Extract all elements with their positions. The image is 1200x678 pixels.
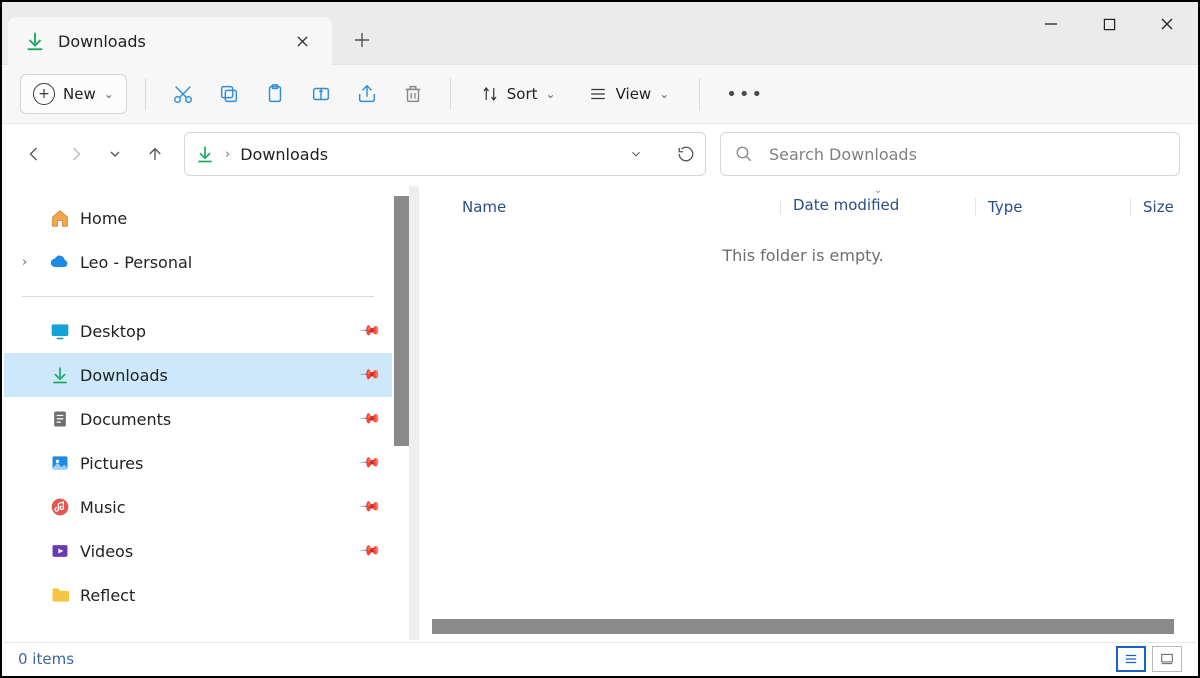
chevron-down-icon: ⌄ [659,87,669,101]
sidebar-item-label: Reflect [80,586,135,605]
address-bar[interactable]: › Downloads [184,132,706,176]
chevron-down-icon: ⌄ [546,87,556,101]
tab-close-button[interactable] [288,27,316,55]
column-headers: Name ⌄ Date modified Type Size [410,186,1196,228]
music-icon [50,497,70,517]
minimize-button[interactable] [1028,8,1074,40]
download-icon [50,365,70,385]
documents-icon [50,409,70,429]
refresh-button[interactable] [677,145,695,163]
expand-icon[interactable]: › [22,255,27,270]
sidebar-item-label: Pictures [80,454,143,473]
sidebar-item-label: Downloads [80,366,168,385]
search-input[interactable] [767,144,1165,165]
address-history-button[interactable] [629,147,643,161]
more-icon: ••• [726,84,764,105]
sort-button[interactable]: Sort ⌄ [469,75,568,113]
sidebar-item-downloads[interactable]: Downloads 📌 [4,353,392,397]
window-controls [1028,8,1190,40]
sort-indicator-icon: ⌄ [793,185,963,196]
content-pane: Name ⌄ Date modified Type Size This fold… [409,186,1196,640]
horizontal-scrollbar[interactable] [432,619,1174,634]
sidebar-item-videos[interactable]: Videos 📌 [4,529,392,573]
rename-button[interactable] [302,75,340,113]
folder-icon [50,585,70,605]
tab-title: Downloads [58,32,276,51]
cut-button[interactable] [164,75,202,113]
navigation-row: › Downloads [2,124,1198,184]
view-button[interactable]: View ⌄ [576,75,682,113]
sidebar-item-desktop[interactable]: Desktop 📌 [4,309,392,353]
desktop-icon [50,321,70,341]
navigation-pane: Home › Leo - Personal Desktop 📌 [4,186,409,640]
copy-button[interactable] [210,75,248,113]
pin-icon: 📌 [357,451,381,475]
recent-locations-button[interactable] [100,139,130,169]
pin-icon: 📌 [357,407,381,431]
search-icon [735,145,753,163]
empty-folder-message: This folder is empty. [410,246,1196,265]
vertical-scrollbar[interactable] [394,196,409,446]
sidebar-item-label: Leo - Personal [80,253,192,272]
videos-icon [50,541,70,561]
paste-button[interactable] [256,75,294,113]
new-button[interactable]: + New ⌄ [20,74,127,114]
breadcrumb-separator: › [225,147,230,162]
sidebar-item-onedrive[interactable]: › Leo - Personal [4,240,392,284]
new-tab-button[interactable] [342,20,382,60]
share-button[interactable] [348,75,386,113]
chevron-down-icon: ⌄ [104,87,114,101]
separator [145,78,146,110]
sidebar-item-music[interactable]: Music 📌 [4,485,392,529]
sidebar-item-documents[interactable]: Documents 📌 [4,397,392,441]
sidebar-item-label: Desktop [80,322,146,341]
sidebar-item-label: Home [80,209,127,228]
details-view-button[interactable] [1116,646,1146,672]
status-bar: 0 items [4,642,1196,674]
main-area: Home › Leo - Personal Desktop 📌 [4,186,1196,640]
item-count: 0 items [18,650,74,668]
sidebar-item-home[interactable]: Home [4,196,392,240]
download-icon [24,30,46,52]
plus-circle-icon: + [33,83,55,105]
title-bar: Downloads [2,2,1198,65]
pin-icon: 📌 [357,319,381,343]
sidebar-item-pictures[interactable]: Pictures 📌 [4,441,392,485]
column-header-size[interactable]: Size [1130,198,1186,216]
maximize-button[interactable] [1086,8,1132,40]
cloud-icon [50,252,70,272]
column-header-name[interactable]: Name [450,198,780,216]
pin-icon: 📌 [357,363,381,387]
more-button[interactable]: ••• [718,75,772,113]
forward-button[interactable] [60,139,90,169]
back-button[interactable] [20,139,50,169]
sort-label: Sort [507,85,538,103]
sidebar-item-label: Music [80,498,126,517]
toolbar: + New ⌄ [2,65,1198,124]
separator [699,78,700,110]
pin-icon: 📌 [357,495,381,519]
close-button[interactable] [1144,8,1190,40]
new-button-label: New [63,85,96,103]
breadcrumb-current[interactable]: Downloads [240,145,328,164]
sidebar-item-label: Documents [80,410,171,429]
tab-downloads[interactable]: Downloads [8,17,332,65]
thumbnails-view-button[interactable] [1152,646,1182,672]
column-header-date[interactable]: ⌄ Date modified [780,201,975,214]
view-label: View [616,85,652,103]
sidebar-item-reflect[interactable]: Reflect [4,573,392,617]
sidebar-item-label: Videos [80,542,133,561]
column-header-type[interactable]: Type [975,198,1130,216]
up-button[interactable] [140,139,170,169]
divider [22,296,374,297]
pin-icon: 📌 [357,539,381,563]
download-icon [195,144,215,164]
delete-button[interactable] [394,75,432,113]
separator [450,78,451,110]
pictures-icon [50,453,70,473]
home-icon [50,208,70,228]
search-box[interactable] [720,132,1180,176]
